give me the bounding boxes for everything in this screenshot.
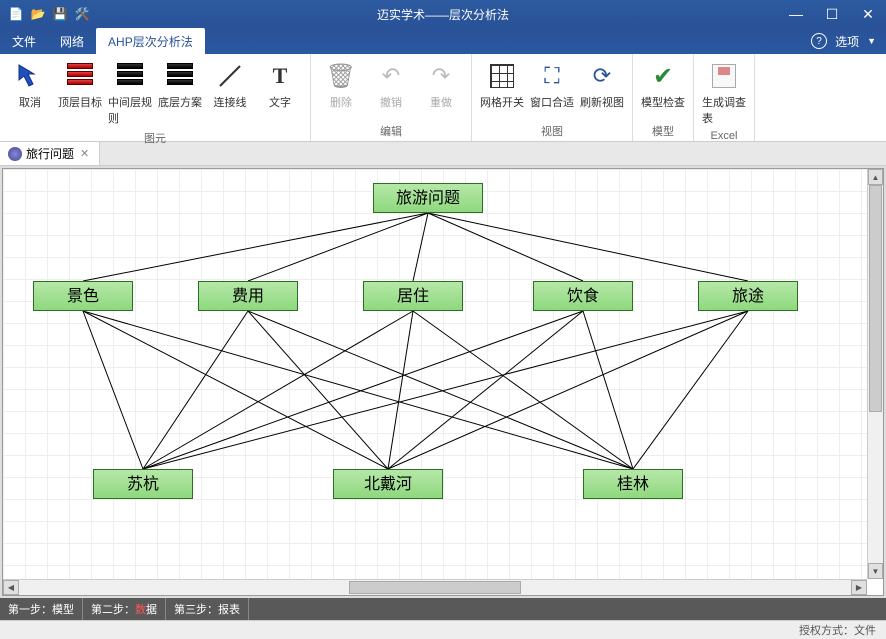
text-label: 文字 xyxy=(269,94,291,110)
globe-icon xyxy=(8,147,22,161)
options-menu[interactable]: 选项 xyxy=(835,33,859,50)
ribbon: 取消顶层目标中间层规则底层方案连接线T文字图元🗑删除↶撤销↷重做编辑网格开关⛶窗… xyxy=(0,54,886,142)
redo-icon: ↷ xyxy=(425,60,457,92)
model-check-button[interactable]: ✔ 模型检查 xyxy=(639,58,687,112)
close-button[interactable]: ✕ xyxy=(850,0,886,28)
scroll-down-icon[interactable]: ▼ xyxy=(868,563,883,579)
node-bottom[interactable]: 北戴河 xyxy=(333,469,443,499)
connect-button[interactable]: 连接线 xyxy=(206,58,254,112)
undo-icon: ↶ xyxy=(375,60,407,92)
auth-status: 授权方式：文件 xyxy=(799,622,886,638)
menu-ahp[interactable]: AHP层次分析法 xyxy=(96,28,205,55)
delete-button[interactable]: 🗑 删除 xyxy=(317,58,365,112)
scroll-left-icon[interactable]: ◀ xyxy=(3,580,19,595)
steps-bar: 第一步：模型第二步：数据第三步：报表 xyxy=(0,598,886,620)
ribbon-group-label: 模型 xyxy=(639,121,687,141)
refresh-icon: ⟳ xyxy=(586,60,618,92)
node-top[interactable]: 旅游问题 xyxy=(373,183,483,213)
line-icon xyxy=(214,60,246,92)
layer-dark-icon xyxy=(114,60,146,92)
quick-access-toolbar: 📄 📂 💾 🛠️ xyxy=(0,6,98,22)
status-bar: 授权方式：文件 xyxy=(0,620,886,639)
gen-survey-label: 生成调查表 xyxy=(702,94,746,126)
horizontal-scrollbar[interactable]: ◀ ▶ xyxy=(3,579,867,595)
ribbon-group-编辑: 🗑 删除 ↶ 撤销 ↷ 重做编辑 xyxy=(311,54,472,141)
hscroll-thumb[interactable] xyxy=(349,581,522,594)
node-mid[interactable]: 旅途 xyxy=(698,281,798,311)
open-icon[interactable]: 📂 xyxy=(30,6,46,22)
redo-label: 重做 xyxy=(430,94,452,110)
connect-label: 连接线 xyxy=(214,94,247,110)
window-title: 迈实学术——层次分析法 xyxy=(377,6,509,23)
node-mid[interactable]: 景色 xyxy=(33,281,133,311)
document-tab[interactable]: 旅行问题 ✕ xyxy=(0,142,100,165)
node-bottom[interactable]: 苏杭 xyxy=(93,469,193,499)
step-3[interactable]: 第三步：报表 xyxy=(166,598,249,620)
ribbon-group-label: Excel xyxy=(700,128,748,144)
undo-button[interactable]: ↶ 撤销 xyxy=(367,58,415,112)
mid-rule-button[interactable]: 中间层规则 xyxy=(106,58,154,128)
refresh-label: 刷新视图 xyxy=(580,94,624,110)
grid-toggle-label: 网格开关 xyxy=(480,94,524,110)
titlebar: 📄 📂 💾 🛠️ 迈实学术——层次分析法 — ☐ ✕ xyxy=(0,0,886,28)
excel-icon xyxy=(708,60,740,92)
bottom-plan-button[interactable]: 底层方案 xyxy=(156,58,204,112)
menu-network[interactable]: 网络 xyxy=(48,28,96,55)
fit-icon: ⛶ xyxy=(536,60,568,92)
top-goal-button[interactable]: 顶层目标 xyxy=(56,58,104,112)
step-2[interactable]: 第二步：数据 xyxy=(83,598,166,620)
bottom-plan-label: 底层方案 xyxy=(158,94,202,110)
ribbon-group-Excel: 生成调查表 Excel xyxy=(694,54,755,141)
save-icon[interactable]: 💾 xyxy=(52,6,68,22)
mid-rule-label: 中间层规则 xyxy=(108,94,152,126)
ribbon-group-label: 视图 xyxy=(478,121,626,141)
cancel-button[interactable]: 取消 xyxy=(6,58,54,112)
gen-survey-button[interactable]: 生成调查表 xyxy=(700,58,748,128)
redo-button[interactable]: ↷ 重做 xyxy=(417,58,465,112)
canvas-area: 旅游问题景色 费用 居住 饮食 旅途苏杭 北戴河 桂林 ▲ ▼ ◀ ▶ xyxy=(0,166,886,598)
refresh-button[interactable]: ⟳ 刷新视图 xyxy=(578,58,626,112)
delete-label: 删除 xyxy=(330,94,352,110)
node-bottom[interactable]: 桂林 xyxy=(583,469,683,499)
maximize-button[interactable]: ☐ xyxy=(814,0,850,28)
vscroll-thumb[interactable] xyxy=(869,185,882,412)
scroll-up-icon[interactable]: ▲ xyxy=(868,169,883,185)
top-goal-label: 顶层目标 xyxy=(58,94,102,110)
ribbon-group-视图: 网格开关 ⛶ 窗口合适 ⟳ 刷新视图视图 xyxy=(472,54,633,141)
node-mid[interactable]: 费用 xyxy=(198,281,298,311)
trash-icon: 🗑 xyxy=(325,60,357,92)
tab-title: 旅行问题 xyxy=(26,145,74,162)
grid-toggle-button[interactable]: 网格开关 xyxy=(478,58,526,112)
diagram-canvas[interactable]: 旅游问题景色 费用 居住 饮食 旅途苏杭 北戴河 桂林 xyxy=(3,169,867,579)
ribbon-group-图元: 取消顶层目标中间层规则底层方案连接线T文字图元 xyxy=(0,54,311,141)
new-icon[interactable]: 📄 xyxy=(8,6,24,22)
vertical-scrollbar[interactable]: ▲ ▼ xyxy=(867,169,883,579)
grid-icon xyxy=(486,60,518,92)
tools-icon[interactable]: 🛠️ xyxy=(74,6,90,22)
tab-close-icon[interactable]: ✕ xyxy=(78,147,91,160)
node-mid[interactable]: 饮食 xyxy=(533,281,633,311)
menu-file[interactable]: 文件 xyxy=(0,28,48,55)
help-icon[interactable]: ? xyxy=(811,33,827,49)
fit-window-label: 窗口合适 xyxy=(530,94,574,110)
minimize-button[interactable]: — xyxy=(778,0,814,28)
model-check-label: 模型检查 xyxy=(641,94,685,110)
fit-window-button[interactable]: ⛶ 窗口合适 xyxy=(528,58,576,112)
text-icon: T xyxy=(264,60,296,92)
check-icon: ✔ xyxy=(647,60,679,92)
options-dropdown-icon[interactable]: ▼ xyxy=(867,36,876,46)
menubar: 文件 网络 AHP层次分析法 ? 选项 ▼ xyxy=(0,28,886,54)
ribbon-group-模型: ✔ 模型检查模型 xyxy=(633,54,694,141)
layer-dark-icon xyxy=(164,60,196,92)
step-1[interactable]: 第一步：模型 xyxy=(0,598,83,620)
cancel-label: 取消 xyxy=(19,94,41,110)
connection-lines xyxy=(3,169,867,579)
undo-label: 撤销 xyxy=(380,94,402,110)
text-button[interactable]: T 文字 xyxy=(256,58,304,112)
ribbon-group-label: 编辑 xyxy=(317,121,465,141)
scroll-right-icon[interactable]: ▶ xyxy=(851,580,867,595)
node-mid[interactable]: 居住 xyxy=(363,281,463,311)
layer-red-icon xyxy=(64,60,96,92)
arrow-icon xyxy=(14,60,46,92)
